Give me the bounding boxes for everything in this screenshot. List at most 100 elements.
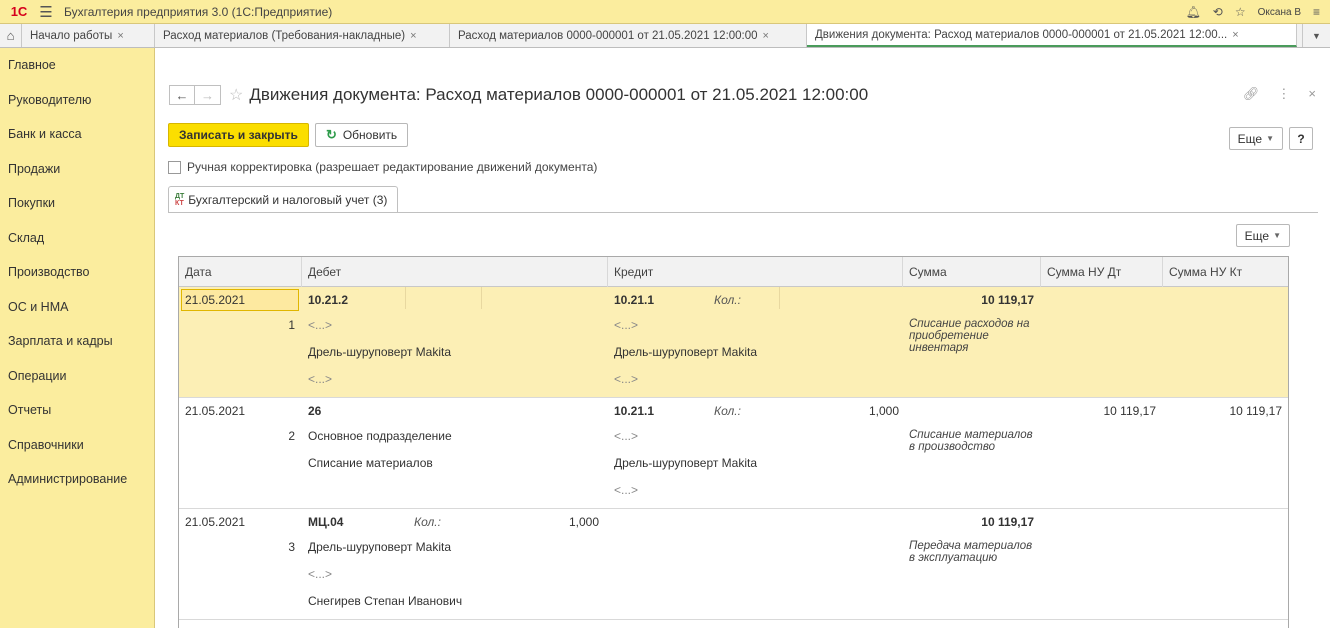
movements-table: Дата Дебет Кредит Сумма Сумма НУ Дт Сумм… (178, 256, 1289, 628)
chevron-down-icon: ▼ (1266, 134, 1274, 143)
sidebar-item-salary[interactable]: Зарплата и кадры (0, 324, 154, 359)
tab-document-movements[interactable]: Движения документа: Расход материалов 00… (807, 24, 1297, 47)
sidebar-item-production[interactable]: Производство (0, 255, 154, 290)
cell-num: 2 (288, 429, 295, 443)
grid-more-button[interactable]: Еще ▼ (1235, 224, 1290, 247)
close-icon[interactable]: × (117, 30, 123, 42)
table-row[interactable]: 21.05.2021 1 10.21.2 <...> Дрель-шурупов… (179, 287, 1288, 398)
sidebar-item-admin[interactable]: Администрирование (0, 462, 154, 497)
manual-edit-checkbox[interactable] (168, 160, 181, 174)
col-debit[interactable]: Дебет (302, 257, 608, 287)
sidebar-item-sales[interactable]: Продажи (0, 152, 154, 187)
favorite-star-icon[interactable]: ☆ (229, 85, 243, 105)
cell-credit-account: 10.21.1 (614, 404, 655, 418)
cell-description: Списание материалов в производство (909, 429, 1033, 453)
more-button[interactable]: Еще ▼ (1228, 127, 1283, 150)
col-credit[interactable]: Кредит (608, 257, 903, 287)
bell-icon[interactable]: 🔔︎ (1186, 5, 1201, 19)
sidebar-item-reports[interactable]: Отчеты (0, 393, 154, 428)
sidebar-item-bank[interactable]: Банк и касса (0, 117, 154, 152)
close-icon[interactable]: × (410, 30, 416, 42)
table-header: Дата Дебет Кредит Сумма Сумма НУ Дт Сумм… (179, 257, 1288, 287)
sidebar-item-assets[interactable]: ОС и НМА (0, 290, 154, 325)
close-icon[interactable]: × (763, 30, 769, 42)
sidebar-item-operations[interactable]: Операции (0, 359, 154, 394)
cell-credit-qty-label: Кол.: (714, 404, 741, 418)
cell-credit-qty: 1,000 (868, 404, 899, 418)
cell-debit-account: 10.21.2 (308, 293, 349, 307)
cell-description: Передача материалов в эксплуатацию (909, 540, 1033, 564)
cell-debit-qty: 1,000 (568, 515, 599, 529)
cell-nu-dt: 10 119,17 (1103, 404, 1157, 418)
tab-label: Расход материалов (Требования-накладные) (163, 29, 406, 42)
close-icon[interactable]: × (1232, 29, 1238, 41)
cell-credit-sub3: <...> (614, 483, 639, 497)
tabs-dropdown-icon[interactable]: ▼ (1302, 24, 1330, 47)
cell-debit-sub2: Дрель-шуруповерт Makita (308, 345, 452, 359)
cell-debit-sub1: Основное подразделение (308, 429, 452, 443)
cell-debit-sub2: <...> (308, 567, 333, 581)
sidebar-item-warehouse[interactable]: Склад (0, 221, 154, 256)
cell-credit-sub1: <...> (614, 429, 639, 443)
table-row[interactable]: 21.05.2021 2 26 Основное подразделение С… (179, 398, 1288, 509)
cell-credit-sub3: <...> (614, 372, 639, 386)
col-sum[interactable]: Сумма (903, 257, 1041, 287)
close-icon[interactable]: × (1308, 86, 1316, 102)
sidebar-item-main[interactable]: Главное (0, 48, 154, 83)
star-icon[interactable]: ☆ (1235, 5, 1246, 19)
tab-accounting[interactable]: ДТ КТ Бухгалтерский и налоговый учет (3) (168, 186, 399, 212)
tab-start[interactable]: Начало работы × (22, 24, 155, 47)
chevron-down-icon: ▼ (1273, 231, 1281, 240)
tab-material-issue-list[interactable]: Расход материалов (Требования-накладные)… (155, 24, 450, 47)
cell-description: Списание расходов на приобретение инвент… (909, 318, 1030, 354)
col-nu-dt[interactable]: Сумма НУ Дт (1041, 257, 1163, 287)
form-area: ← → ☆ Движения документа: Расход материа… (155, 48, 1330, 628)
cell-debit-account: 26 (308, 404, 322, 418)
tab-material-issue-doc[interactable]: Расход материалов 0000-000001 от 21.05.2… (450, 24, 807, 47)
cell-debit-sub1: <...> (308, 318, 333, 332)
app-title: Бухгалтерия предприятия 3.0 (1С:Предприя… (64, 4, 333, 19)
sidebar-item-manager[interactable]: Руководителю (0, 83, 154, 118)
help-button[interactable]: ? (1289, 127, 1313, 150)
home-icon[interactable]: ⌂ (0, 24, 22, 47)
forward-arrow-icon[interactable]: → (195, 85, 221, 105)
refresh-icon: ↻ (325, 127, 337, 142)
cell-debit-account: МЦ.04 (308, 515, 344, 529)
back-arrow-icon[interactable]: ← (169, 85, 195, 105)
refresh-label: Обновить (342, 128, 398, 142)
tab-accounting-label: Бухгалтерский и налоговый учет (3) (188, 192, 388, 207)
tab-label: Расход материалов 0000-000001 от 21.05.2… (458, 29, 758, 42)
cell-credit-sub1: <...> (614, 318, 639, 332)
manual-edit-label: Ручная корректировка (разрешает редактир… (187, 160, 598, 174)
more-label: Еще (1244, 228, 1270, 243)
divider (168, 212, 1318, 213)
hamburger-menu-icon[interactable]: ☰ (38, 3, 54, 21)
sidebar-item-directories[interactable]: Справочники (0, 428, 154, 463)
title-bar: 1С ☰ Бухгалтерия предприятия 3.0 (1С:Пре… (0, 0, 1330, 24)
cell-debit-qty-label: Кол.: (414, 515, 441, 529)
save-close-button[interactable]: Записать и закрыть (168, 123, 309, 147)
cell-debit-sub3: <...> (308, 372, 333, 386)
more-vertical-icon[interactable]: ⋮ (1277, 86, 1290, 102)
dt-kt-icon: ДТ КТ (175, 192, 185, 207)
refresh-button[interactable]: ↻ Обновить (314, 123, 409, 147)
page-title: Движения документа: Расход материалов 00… (249, 85, 869, 104)
cell-date: 21.05.2021 (185, 404, 246, 418)
sidebar: Главное Руководителю Банк и касса Продаж… (0, 48, 155, 628)
link-icon[interactable]: 🔗︎ (1243, 86, 1260, 102)
user-name[interactable]: Оксана В (1258, 7, 1301, 18)
1c-logo-icon[interactable]: 1С (8, 4, 30, 20)
col-date[interactable]: Дата (179, 257, 302, 287)
cell-credit-account: 10.21.1 (614, 293, 655, 307)
cell-credit-qty-label: Кол.: (714, 293, 741, 307)
settings-menu-icon[interactable]: ≡ (1313, 5, 1320, 19)
cell-sum: 10 119,17 (981, 293, 1034, 307)
cell-credit-sub2: Дрель-шуруповерт Makita (614, 456, 758, 470)
sidebar-item-purchases[interactable]: Покупки (0, 186, 154, 221)
table-row[interactable]: 21.05.2021 3 МЦ.04 Кол.: 1,000 Дрель-шур… (179, 509, 1288, 620)
cell-nu-kt: 10 119,17 (1229, 404, 1283, 418)
col-nu-kt[interactable]: Сумма НУ Кт (1163, 257, 1288, 287)
history-icon[interactable]: ⟲ (1213, 5, 1223, 19)
cell-num: 3 (288, 540, 295, 554)
cell-num: 1 (288, 318, 295, 332)
